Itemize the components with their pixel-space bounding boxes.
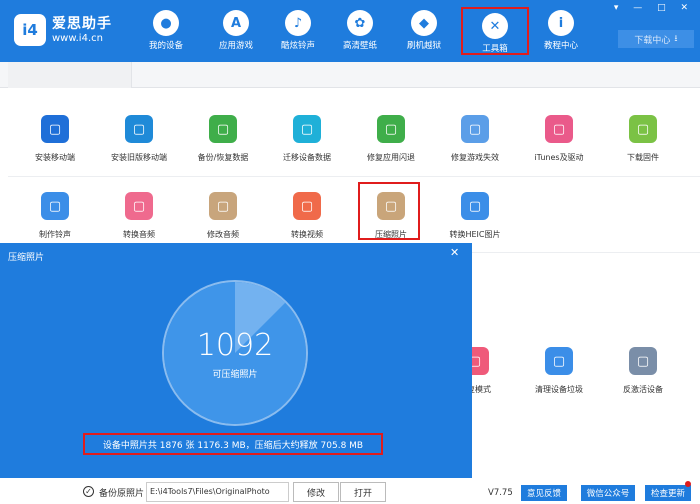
tool-tools_row1-4[interactable]: ▢ 修复应用闪退 <box>349 115 433 163</box>
tool-label: 转换视频 <box>291 230 323 239</box>
tool-tools_row1-7[interactable]: ▢ 下载固件 <box>601 115 685 163</box>
nav-label: 高清壁纸 <box>342 41 377 51</box>
compress-ring: 1092 可压缩照片 <box>162 280 308 426</box>
dropbox-icon: ◆ <box>411 10 437 36</box>
tool-icon: ▢ <box>461 192 489 220</box>
tool-tools_row2-3[interactable]: ▢ 转换视频 <box>265 192 349 240</box>
tool-icon: ▢ <box>629 115 657 143</box>
tool-icon: ▢ <box>629 347 657 375</box>
tool-label: 清理设备垃圾 <box>535 385 583 394</box>
compressible-label: 可压缩照片 <box>212 370 258 380</box>
tool-label: iTunes及驱动 <box>534 153 584 162</box>
tool-icon: ▢ <box>293 192 321 220</box>
compress-photo-dialog: 压缩照片 ✕ 1092 可压缩照片 设备中照片共 1876 张 1176.3 M… <box>0 243 472 504</box>
tool-icon: ▢ <box>41 115 69 143</box>
brand-name: 爱思助手 <box>52 16 112 32</box>
nav-tutorials[interactable]: i 教程中心 <box>535 6 587 56</box>
window-controls[interactable]: ▾ — □ ✕ <box>614 3 694 13</box>
compressible-count: 1092 <box>196 328 274 363</box>
flower-icon: ✿ <box>347 10 373 36</box>
tool-tools_row2-1[interactable]: ▢ 转换音频 <box>97 192 181 240</box>
tool-tools_row3-1[interactable]: ▢ 清理设备垃圾 <box>517 347 601 395</box>
nav-label: 刷机越狱 <box>406 41 441 51</box>
open-button[interactable]: 打开 <box>340 482 386 502</box>
tool-tools_row1-6[interactable]: ▢ iTunes及驱动 <box>517 115 601 163</box>
brand-url: www.i4.cn <box>52 33 103 44</box>
tool-icon: ▢ <box>545 347 573 375</box>
tool-tools_row2-5[interactable]: ▢ 转换HEIC图片 <box>433 192 517 240</box>
nav-wallpapers[interactable]: ✿ 高清壁纸 <box>334 6 386 56</box>
nav-my-device[interactable]: ● 我的设备 <box>140 6 192 56</box>
tool-tools_row1-5[interactable]: ▢ 修复游戏失效 <box>433 115 517 163</box>
nav-ringtones[interactable]: ♪ 酷炫铃声 <box>272 6 324 56</box>
compress-photo-highlight <box>358 182 420 240</box>
tool-icon: ▢ <box>125 192 153 220</box>
top-bar: i4 爱思助手 www.i4.cn ● 我的设备 A 应用游戏 ♪ 酷炫铃声 ✿… <box>0 0 700 62</box>
tool-tools_row1-3[interactable]: ▢ 迁移设备数据 <box>265 115 349 163</box>
tool-label: 转换音频 <box>123 230 155 239</box>
modify-button[interactable]: 修改 <box>293 482 339 502</box>
tool-icon: ▢ <box>293 115 321 143</box>
nav-label: 工具箱 <box>482 44 508 54</box>
backup-label: 备份原照片 <box>99 489 145 499</box>
download-center-button[interactable]: 下载中心 ⭳ <box>618 30 694 48</box>
app-logo: i4 <box>14 14 46 46</box>
nav-label: 酷炫铃声 <box>280 41 315 51</box>
tool-tools_row2-2[interactable]: ▢ 修改音频 <box>181 192 265 240</box>
tools-icon: ✕ <box>482 13 508 39</box>
tool-label: 迁移设备数据 <box>283 153 331 162</box>
version-label: V7.75 <box>488 488 513 498</box>
tool-label: 修复应用闪退 <box>367 153 415 162</box>
nav-apps-games[interactable]: A 应用游戏 <box>210 6 262 56</box>
download-icon: ⭳ <box>674 34 678 44</box>
nav-label: 我的设备 <box>148 41 183 51</box>
tool-icon: ▢ <box>41 192 69 220</box>
backup-path-field[interactable]: E:\i4Tools7\Files\OriginalPhoto <box>146 482 289 502</box>
check-update-button[interactable]: 检查更新 <box>645 485 691 501</box>
tool-tab[interactable] <box>8 62 132 88</box>
backup-checkbox[interactable]: ✓ <box>83 486 94 497</box>
tool-icon: ▢ <box>545 115 573 143</box>
divider <box>8 176 700 177</box>
tool-label: 修复游戏失效 <box>451 153 499 162</box>
tool-label: 安装移动端 <box>35 153 75 162</box>
tool-label: 安装旧版移动端 <box>111 153 167 162</box>
tool-tools_row2-0[interactable]: ▢ 制作铃声 <box>13 192 97 240</box>
tool-icon: ▢ <box>209 192 237 220</box>
apple-icon: ● <box>153 10 179 36</box>
update-dot <box>685 481 691 487</box>
tool-label: 反激活设备 <box>623 385 663 394</box>
tool-icon: ▢ <box>377 115 405 143</box>
photo-summary: 设备中照片共 1876 张 1176.3 MB，压缩后大约释放 705.8 MB <box>83 433 383 455</box>
tool-label: 制作铃声 <box>39 230 71 239</box>
tool-tools_row1-0[interactable]: ▢ 安装移动端 <box>13 115 97 163</box>
tool-label: 转换HEIC图片 <box>449 230 501 239</box>
bell-icon: ♪ <box>285 10 311 36</box>
tool-icon: ▢ <box>209 115 237 143</box>
dialog-title: 压缩照片 <box>8 253 45 263</box>
feedback-button[interactable]: 意见反馈 <box>521 485 567 501</box>
app-store-icon: A <box>223 10 249 36</box>
nav-label: 应用游戏 <box>218 41 253 51</box>
tool-tab-bar <box>0 62 700 88</box>
tool-icon: ▢ <box>125 115 153 143</box>
tool-tools_row1-2[interactable]: ▢ 备份/恢复数据 <box>181 115 265 163</box>
tool-icon: ▢ <box>461 115 489 143</box>
tool-label: 下载固件 <box>627 153 659 162</box>
tool-label: 备份/恢复数据 <box>197 153 249 162</box>
download-center-label: 下载中心 <box>634 35 671 46</box>
tool-label: 修改音频 <box>207 230 239 239</box>
nav-flash-jailbreak[interactable]: ◆ 刷机越狱 <box>398 6 450 56</box>
tool-tools_row3-2[interactable]: ▢ 反激活设备 <box>601 347 685 395</box>
info-icon: i <box>548 10 574 36</box>
nav-toolbox[interactable]: ✕ 工具箱 <box>461 7 529 55</box>
tool-tools_row1-1[interactable]: ▢ 安装旧版移动端 <box>97 115 181 163</box>
wechat-button[interactable]: 微信公众号 <box>581 485 635 501</box>
nav-label: 教程中心 <box>543 41 578 51</box>
close-icon[interactable]: ✕ <box>450 246 459 259</box>
